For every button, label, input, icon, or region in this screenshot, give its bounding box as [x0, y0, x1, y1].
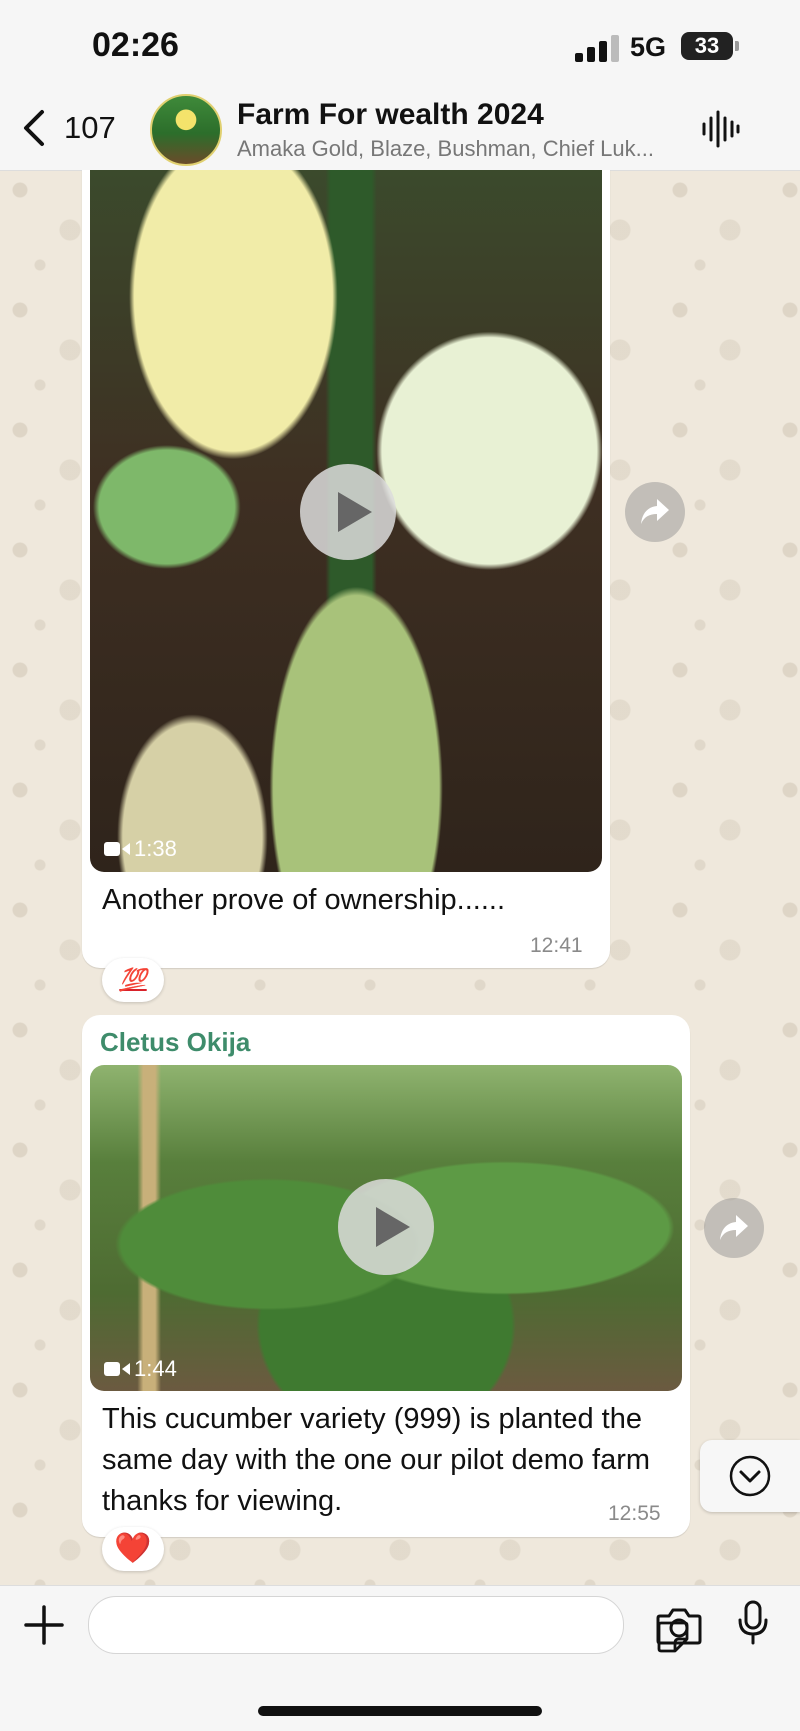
camera-icon[interactable]	[656, 1606, 702, 1646]
scroll-to-bottom-button[interactable]	[700, 1440, 800, 1512]
play-button[interactable]	[300, 464, 396, 560]
forward-icon	[720, 1215, 748, 1240]
forward-icon	[641, 499, 669, 524]
message-bubble[interactable]: 1:38 Another prove of ownership...... 12…	[82, 170, 610, 968]
reaction-badge[interactable]: 💯	[102, 958, 164, 1002]
reaction-emoji: ❤️	[114, 1532, 152, 1565]
chat-header: 107 Farm For wealth 2024 Amaka Gold, Bla…	[0, 90, 800, 171]
play-button[interactable]	[338, 1179, 434, 1275]
chevron-down-circle-icon	[729, 1455, 771, 1497]
video-thumbnail[interactable]: 1:44	[90, 1065, 682, 1391]
group-avatar[interactable]	[150, 94, 222, 166]
video-duration: 1:44	[104, 1356, 177, 1382]
forward-button[interactable]	[625, 482, 685, 542]
battery-icon: 33	[681, 32, 733, 60]
video-duration: 1:38	[104, 836, 177, 862]
status-bar: 02:26 5G 33	[0, 0, 800, 90]
unread-count: 107	[64, 110, 116, 145]
video-camera-icon	[104, 842, 130, 856]
message-time: 12:55	[608, 1502, 661, 1525]
forward-button[interactable]	[704, 1198, 764, 1258]
chat-title[interactable]: Farm For wealth 2024	[237, 98, 544, 132]
back-button[interactable]: 107	[20, 108, 116, 148]
message-caption: Another prove of ownership......	[102, 884, 505, 916]
status-time: 02:26	[92, 26, 179, 64]
message-input[interactable]	[109, 1597, 553, 1651]
audio-wave-icon[interactable]	[700, 108, 742, 150]
message-time: 12:41	[530, 934, 583, 957]
microphone-icon[interactable]	[736, 1600, 770, 1646]
duration-label: 1:38	[134, 836, 177, 861]
chevron-left-icon	[24, 110, 44, 146]
video-thumbnail[interactable]: 1:38	[90, 170, 602, 872]
chat-participants[interactable]: Amaka Gold, Blaze, Bushman, Chief Luk...	[237, 136, 677, 162]
network-type: 5G	[630, 32, 667, 62]
battery-cap	[735, 41, 739, 51]
duration-label: 1:44	[134, 1356, 177, 1381]
message-field[interactable]	[88, 1596, 689, 1654]
message-caption: This cucumber variety (999) is planted t…	[102, 1403, 651, 1517]
sender-name[interactable]: Cletus Okija	[100, 1027, 250, 1058]
video-camera-icon	[104, 1362, 130, 1376]
home-indicator	[258, 1706, 542, 1716]
message-bubble[interactable]: Cletus Okija 1:44 This cucumber variety …	[82, 1015, 690, 1537]
reaction-badge[interactable]: ❤️	[102, 1527, 164, 1571]
signal-icon	[575, 34, 619, 62]
reaction-emoji: 💯	[119, 967, 147, 992]
plus-icon[interactable]	[22, 1603, 66, 1647]
